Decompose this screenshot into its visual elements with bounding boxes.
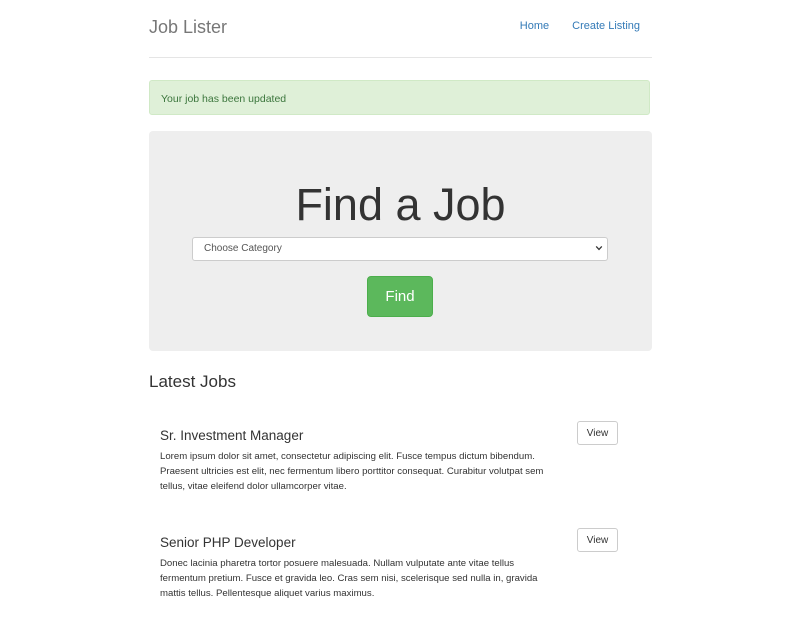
job-title: Sr. Investment Manager [160, 428, 304, 443]
latest-jobs-heading: Latest Jobs [149, 372, 236, 391]
search-title: Find a Job [295, 179, 506, 230]
header: Job Lister Home Create Listing [149, 0, 652, 58]
nav-menu: Home Create Listing [520, 20, 640, 32]
nav-home-link[interactable]: Home [520, 20, 549, 32]
view-job-button[interactable]: View [577, 528, 618, 552]
page-container: Job Lister Home Create Listing Your job … [149, 0, 652, 599]
category-select-value: Choose Category [204, 243, 282, 254]
job-listing: Sr. Investment Manager Lorem ipsum dolor… [160, 421, 640, 494]
alert-message: Your job has been updated [161, 93, 287, 105]
job-listing: Senior PHP Developer Donec lacinia phare… [160, 528, 640, 601]
chevron-down-icon [595, 245, 603, 251]
job-description: Donec lacinia pharetra tortor posuere ma… [160, 558, 538, 599]
job-description: Lorem ipsum dolor sit amet, consectetur … [160, 451, 544, 492]
brand-title[interactable]: Job Lister [149, 17, 227, 38]
success-alert: Your job has been updated [149, 80, 650, 115]
nav-create-listing-link[interactable]: Create Listing [572, 20, 640, 32]
view-job-button[interactable]: View [577, 421, 618, 445]
find-button[interactable]: Find [367, 276, 433, 317]
category-select[interactable]: Choose Category [192, 237, 608, 261]
search-jumbotron: Find a Job Choose Category Find [149, 131, 652, 351]
job-title: Senior PHP Developer [160, 535, 296, 550]
